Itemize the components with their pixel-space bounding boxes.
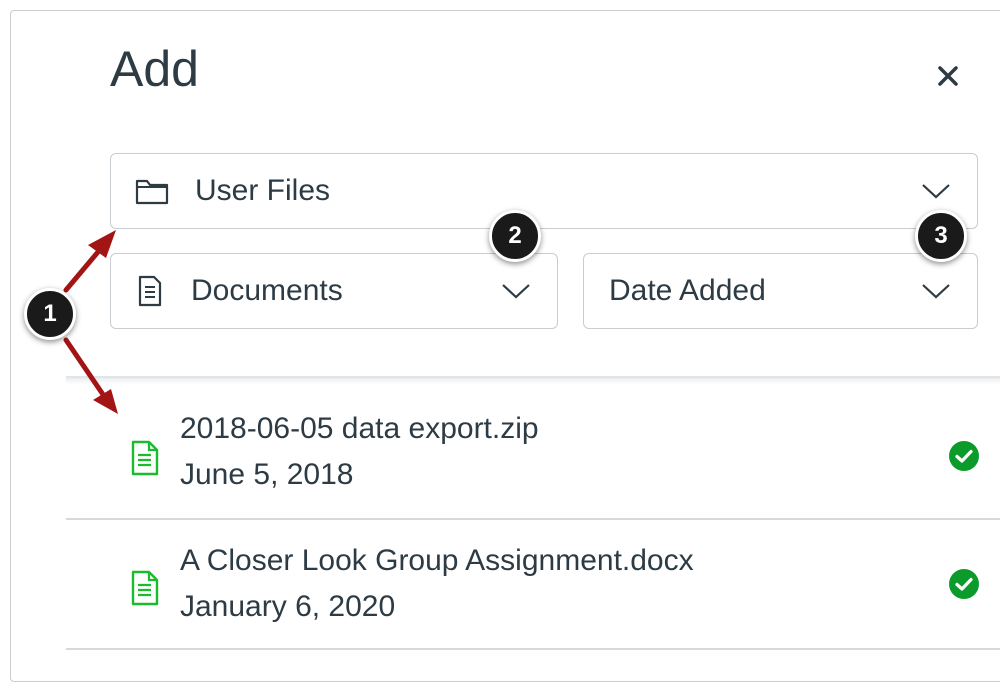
file-document-icon xyxy=(131,570,159,606)
list-shadow xyxy=(66,376,1000,384)
document-icon xyxy=(138,275,162,307)
file-name: 2018-06-05 data export.zip xyxy=(180,412,539,445)
callout-badge: 2 xyxy=(489,210,541,262)
file-name: A Closer Look Group Assignment.docx xyxy=(180,544,694,577)
check-circle-icon xyxy=(949,569,979,599)
close-button[interactable] xyxy=(930,58,966,94)
sort-select[interactable]: Date Added xyxy=(583,253,978,329)
panel-title: Add xyxy=(110,41,199,97)
content-type-select[interactable]: Documents xyxy=(110,253,558,329)
callout-badge: 3 xyxy=(915,210,967,262)
file-date: June 5, 2018 xyxy=(180,458,354,491)
folder-icon xyxy=(135,179,169,205)
list-item[interactable]: 2018-06-05 data export.zip June 5, 2018 xyxy=(66,388,1000,518)
file-document-icon xyxy=(131,440,159,476)
close-icon xyxy=(938,66,958,86)
content-type-value: Documents xyxy=(191,274,343,307)
callout-badge: 1 xyxy=(24,288,76,340)
chevron-down-icon xyxy=(922,184,950,199)
sort-value: Date Added xyxy=(609,274,766,307)
file-date: January 6, 2020 xyxy=(180,590,396,623)
row-divider xyxy=(66,648,1000,650)
chevron-down-icon xyxy=(502,284,530,299)
check-circle-icon xyxy=(949,441,979,471)
file-source-value: User Files xyxy=(195,174,331,207)
file-source-select[interactable]: User Files xyxy=(110,153,978,229)
chevron-down-icon xyxy=(922,284,950,299)
list-item[interactable]: A Closer Look Group Assignment.docx Janu… xyxy=(66,518,1000,648)
